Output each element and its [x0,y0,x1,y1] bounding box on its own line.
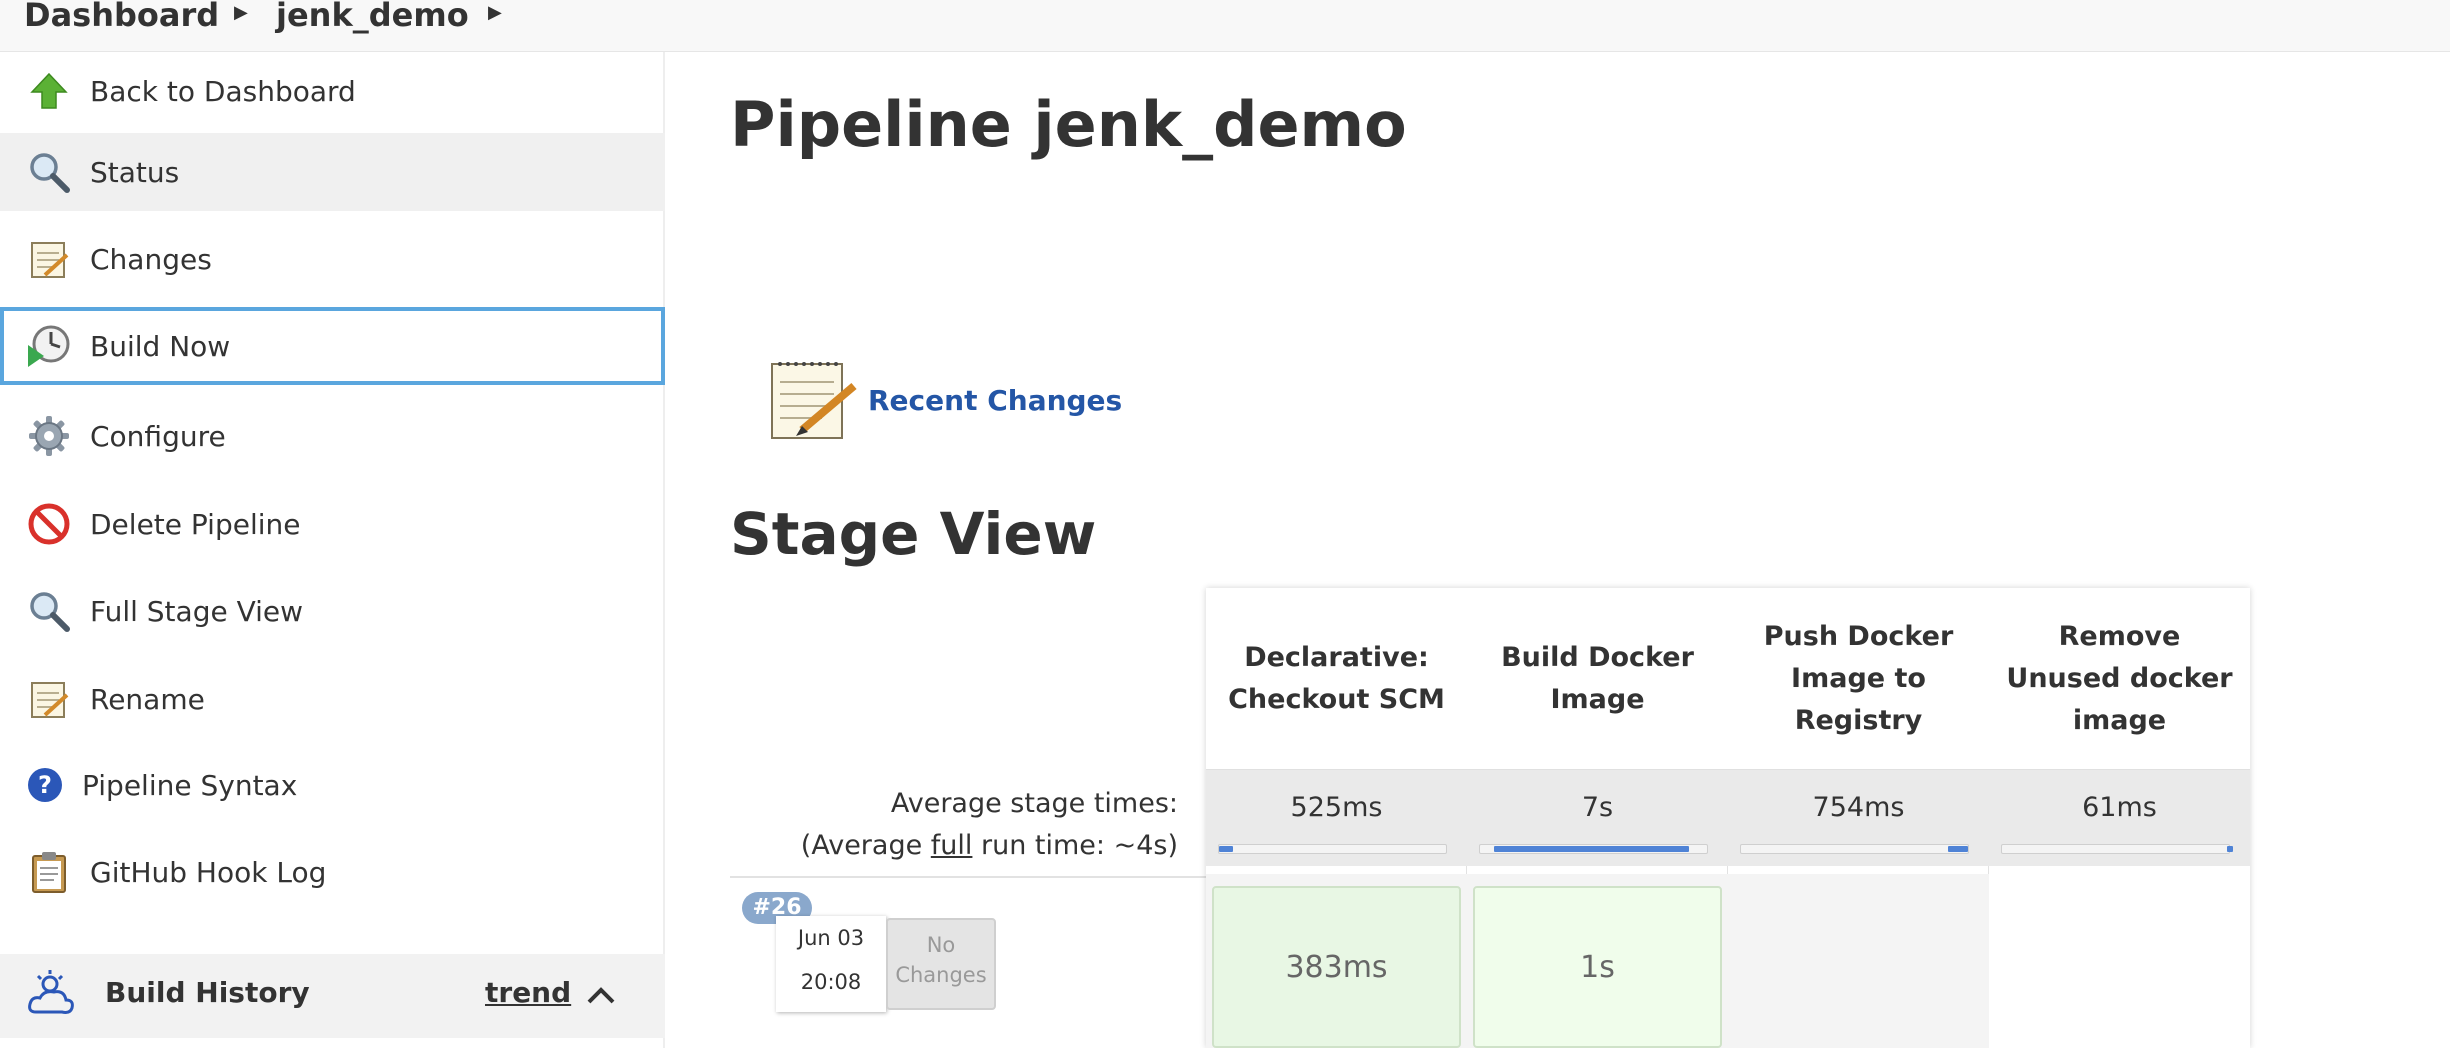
stage-result-cell: 1s [1467,874,1728,1048]
sidebar-item-github-hook-log[interactable]: GitHub Hook Log [0,833,665,911]
stage-progress-fill [1219,846,1233,852]
search-icon [26,588,72,634]
stage-progress-track [1218,844,1447,854]
sidebar-item-configure[interactable]: Configure [0,397,665,475]
stage-progress-fill [2227,846,2233,852]
stage-average: 7s [1467,770,1728,866]
sidebar-item-label: Pipeline Syntax [82,768,298,802]
search-icon [26,149,72,195]
stage-average-time: 61ms [2082,792,2157,823]
build-history-trend-link[interactable]: trend [485,976,571,1009]
sidebar-item-delete-pipeline[interactable]: Delete Pipeline [0,485,665,563]
stage-view-title: Stage View [730,500,1097,568]
build-history-header: Build History trend [0,954,665,1038]
build-history-title: Build History [105,976,310,1009]
stage-header: Declarative: Checkout SCM [1206,588,1467,770]
clipboard-icon [26,849,72,895]
sidebar-item-label: GitHub Hook Log [90,855,327,889]
sidebar-item-full-stage-view[interactable]: Full Stage View [0,572,665,650]
stage-result-cell: 383ms [1206,874,1467,1048]
sidebar-item-build-now[interactable]: Build Now [0,307,665,385]
build-time: 20:08 [800,970,862,994]
stage-header: Remove Unused docker image [1989,588,2250,770]
stage-result-cell [1728,874,1989,1048]
stage-result-cell [1989,874,2250,1048]
build-date-box[interactable]: Jun 03 20:08 [776,916,886,1012]
stage-progress-track [1479,844,1708,854]
stage-header: Build Docker Image [1467,588,1728,770]
breadcrumb-jenk-demo[interactable]: jenk_demo [276,0,469,34]
sidebar-item-rename[interactable]: Rename [0,660,665,738]
stage-column-build-docker: Build Docker Image 7s 1s [1467,588,1728,1048]
no-changes-box[interactable]: No Changes [886,918,996,1010]
stage-average-time: 7s [1581,792,1614,823]
sidebar-item-label: Changes [90,242,212,276]
sidebar-item-label: Back to Dashboard [90,74,356,108]
sidebar-item-label: Configure [90,419,226,453]
breadcrumb-separator-icon[interactable]: ▶ [488,2,502,23]
notepad-icon [26,236,72,282]
recent-changes-link[interactable]: Recent Changes [868,384,1122,417]
sidebar-item-label: Delete Pipeline [90,507,301,541]
stage-average: 525ms [1206,770,1467,866]
stage-header: Push Docker Image to Registry [1728,588,1989,770]
stage-progress-track [1740,844,1969,854]
stage-progress-fill [1948,846,1968,852]
gear-icon [26,413,72,459]
stage-column-push-docker: Push Docker Image to Registry 754ms [1728,588,1989,1048]
svg-text:?: ? [38,771,52,799]
clock-play-icon [26,323,72,369]
sidebar-item-pipeline-syntax[interactable]: ? Pipeline Syntax [0,746,665,824]
up-arrow-icon [26,68,72,114]
stage-result-success[interactable]: 1s [1473,886,1722,1048]
sidebar-item-label: Status [90,155,180,189]
stage-progress-track [2001,844,2233,854]
stage-average: 61ms [1989,770,2250,866]
weather-cloud-icon [26,968,78,1020]
stage-average-time: 754ms [1812,792,1905,823]
average-stage-times-label: Average stage times: [890,788,1178,819]
notepad-icon[interactable] [766,352,858,444]
breadcrumb: Dashboard ▶ jenk_demo ▶ [0,0,2450,52]
sidebar-item-status[interactable]: Status [0,133,665,211]
page-title: Pipeline jenk_demo [730,88,1407,161]
no-entry-icon [26,501,72,547]
breadcrumb-separator-icon[interactable]: ▶ [234,2,248,23]
stage-average-time: 525ms [1290,792,1383,823]
stage-average: 754ms [1728,770,1989,866]
help-icon: ? [22,762,68,808]
build-date: Jun 03 [797,926,865,950]
sidebar-item-label: Full Stage View [90,594,304,628]
breadcrumb-dashboard[interactable]: Dashboard [24,0,219,34]
sidebar-item-back-to-dashboard[interactable]: Back to Dashboard [0,52,665,130]
full-run-link[interactable]: full [931,830,973,861]
stage-result-success[interactable]: 383ms [1212,886,1461,1048]
average-run-time-label: (Average full run time: ~4s) [800,830,1178,861]
chevron-up-icon[interactable] [583,980,619,1010]
sidebar-item-label: Rename [90,682,205,716]
stage-progress-fill [1494,846,1689,852]
stage-view-table: Declarative: Checkout SCM 525ms 383ms Bu… [1206,588,2250,1048]
stage-column-remove-image: Remove Unused docker image 61ms [1989,588,2250,1048]
sidebar: Back to Dashboard Status Changes Build N… [0,52,665,1048]
sidebar-item-label: Build Now [90,329,231,363]
sidebar-item-changes[interactable]: Changes [0,220,665,298]
notepad-icon [26,676,72,722]
stage-column-checkout: Declarative: Checkout SCM 525ms 383ms [1206,588,1467,1048]
